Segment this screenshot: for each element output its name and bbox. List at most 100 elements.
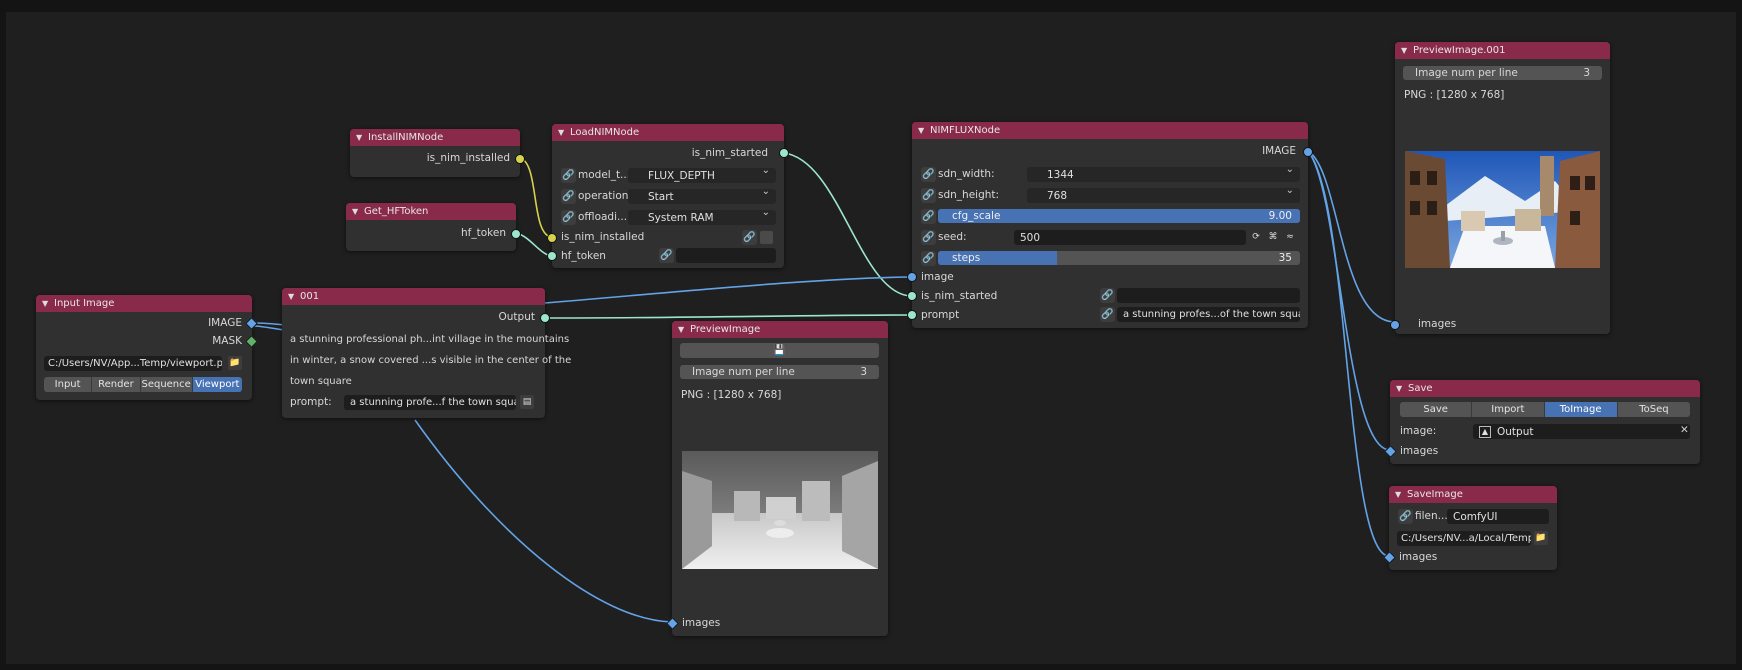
output-socket[interactable] bbox=[540, 313, 550, 323]
input-label: hf_token bbox=[561, 250, 606, 262]
link-icon[interactable]: 🔗 bbox=[561, 189, 576, 204]
input-label: images bbox=[1399, 551, 1438, 563]
link-icon[interactable]: 🔗 bbox=[921, 251, 936, 266]
prompt-input[interactable]: a stunning profe...f the town square bbox=[344, 395, 516, 410]
link-icon[interactable]: 🔗 bbox=[1100, 288, 1115, 303]
node-header[interactable]: ▼ 001 bbox=[282, 288, 545, 305]
output-socket[interactable] bbox=[515, 154, 525, 164]
snowy-village-preview-image bbox=[1405, 151, 1600, 268]
link-icon[interactable]: 🔗 bbox=[742, 230, 757, 245]
collapse-chevron-icon[interactable]: ▼ bbox=[1396, 384, 1408, 393]
save-node[interactable]: ▼ Save Save Import ToImage ToSeq image: ▲… bbox=[1384, 380, 1700, 464]
model-dropdown[interactable]: FLUX_DEPTH bbox=[628, 168, 776, 183]
collapse-chevron-icon[interactable]: ▼ bbox=[1395, 490, 1407, 499]
collapse-chevron-icon[interactable]: ▼ bbox=[352, 207, 364, 216]
output-socket[interactable] bbox=[779, 148, 789, 158]
mode-render[interactable]: Render bbox=[92, 377, 141, 392]
collapse-chevron-icon[interactable]: ▼ bbox=[42, 299, 54, 308]
node-header[interactable]: ▼ Save bbox=[1390, 380, 1700, 397]
install-nim-node[interactable]: ▼ InstallNIMNode is_nim_installed bbox=[350, 129, 525, 177]
folder-icon[interactable]: 📁 bbox=[1534, 531, 1548, 545]
mode-import[interactable]: Import bbox=[1472, 402, 1545, 417]
mode-save[interactable]: Save bbox=[1400, 402, 1473, 417]
width-dropdown[interactable]: 1344 bbox=[1027, 167, 1300, 182]
collapse-chevron-icon[interactable]: ▼ bbox=[1401, 46, 1413, 55]
output-socket[interactable] bbox=[511, 229, 521, 239]
image-info: PNG : [1280 x 768] bbox=[1404, 89, 1505, 101]
collapse-chevron-icon[interactable]: ▼ bbox=[288, 292, 300, 301]
node-header[interactable]: ▼ Input Image bbox=[36, 295, 252, 312]
prompt-input[interactable]: a stunning profes...of the town square bbox=[1117, 307, 1300, 322]
get-hftoken-node[interactable]: ▼ Get_HFToken hf_token bbox=[346, 203, 521, 251]
model-value: FLUX_DEPTH bbox=[648, 169, 715, 182]
mode-input[interactable]: Input bbox=[44, 377, 93, 392]
clear-icon[interactable]: ✕ bbox=[1680, 424, 1689, 436]
hf-token-input[interactable] bbox=[676, 248, 776, 263]
seed-input[interactable]: 500 bbox=[1014, 230, 1246, 245]
refresh-seed-icon[interactable]: ⟳ bbox=[1249, 230, 1263, 244]
text-line: a stunning professional ph...int village… bbox=[290, 334, 570, 345]
shuffle-icon[interactable]: ⌘ bbox=[1266, 230, 1280, 244]
save-image-button[interactable]: 💾 bbox=[680, 343, 879, 358]
node-header[interactable]: ▼ LoadNIMNode bbox=[552, 124, 784, 141]
checkbox[interactable] bbox=[760, 231, 773, 244]
input-socket-prompt[interactable] bbox=[907, 310, 917, 320]
node-header[interactable]: ▼ PreviewImage.001 bbox=[1395, 42, 1610, 59]
node-header[interactable]: ▼ InstallNIMNode bbox=[350, 129, 520, 146]
input-socket-nim-started[interactable] bbox=[907, 291, 917, 301]
node-title: Input Image bbox=[54, 298, 115, 309]
images-per-line-field[interactable]: Image num per line 3 bbox=[1403, 66, 1602, 80]
node-header[interactable]: ▼ SaveImage bbox=[1389, 486, 1557, 503]
output-label: is_nim_started bbox=[691, 147, 768, 159]
link-icon[interactable]: 🔗 bbox=[921, 188, 936, 203]
load-nim-node[interactable]: ▼ LoadNIMNode is_nim_started 🔗 model_t...… bbox=[547, 124, 789, 268]
input-socket[interactable] bbox=[1390, 320, 1400, 330]
input-image-node[interactable]: ▼ Input Image IMAGE MASK C:/Users/NV/App.… bbox=[36, 295, 258, 400]
save-image-node[interactable]: ▼ SaveImage 🔗 filen... ComfyUI C:/Users/N… bbox=[1383, 486, 1557, 570]
operation-dropdown[interactable]: Start bbox=[628, 189, 776, 204]
output-socket[interactable] bbox=[1303, 147, 1313, 157]
link-icon[interactable]: 🔗 bbox=[921, 209, 936, 224]
link-icon[interactable]: 🔗 bbox=[921, 230, 936, 245]
nim-started-input[interactable] bbox=[1117, 288, 1300, 303]
node-header[interactable]: ▼ Get_HFToken bbox=[346, 203, 516, 220]
nim-flux-node[interactable]: ▼NIMFLUXNode IMAGE 🔗 sdn_width: 1344 🔗 s… bbox=[907, 122, 1313, 328]
cfg-scale-slider[interactable]: cfg_scale 9.00 bbox=[938, 209, 1300, 223]
collapse-chevron-icon[interactable]: ▼ bbox=[558, 128, 570, 137]
output-label: is_nim_installed bbox=[426, 152, 510, 164]
filename-input[interactable]: ComfyUI bbox=[1447, 509, 1549, 524]
mode-toimage[interactable]: ToImage bbox=[1544, 402, 1618, 417]
image-selector[interactable]: ▲ Output bbox=[1473, 424, 1690, 439]
input-socket-image[interactable] bbox=[907, 272, 917, 282]
link-icon[interactable]: 🔗 bbox=[561, 210, 576, 225]
link-icon[interactable]: 🔗 bbox=[659, 248, 674, 263]
folder-icon[interactable]: 📁 bbox=[228, 356, 242, 370]
node-header[interactable]: ▼ PreviewImage bbox=[672, 321, 888, 338]
offload-dropdown[interactable]: System RAM bbox=[628, 210, 776, 225]
link-icon[interactable]: 🔗 bbox=[921, 167, 936, 182]
mode-viewport[interactable]: Viewport bbox=[192, 377, 242, 392]
images-per-line-field[interactable]: Image num per line 3 bbox=[680, 365, 879, 379]
text-editor-icon[interactable]: ▤ bbox=[520, 395, 534, 409]
input-socket[interactable] bbox=[547, 251, 557, 261]
link-icon[interactable]: 🔗 bbox=[561, 168, 576, 183]
height-dropdown[interactable]: 768 bbox=[1027, 188, 1300, 203]
node-header[interactable]: ▼ NIMFLUXNode bbox=[912, 122, 1308, 139]
mode-toseq[interactable]: ToSeq bbox=[1617, 402, 1690, 417]
steps-slider[interactable]: steps 35 bbox=[938, 251, 1300, 265]
image-path-field[interactable]: C:/Users/NV/App...Temp/viewport.png bbox=[44, 356, 222, 371]
signal-icon[interactable]: ≈ bbox=[1283, 230, 1297, 244]
collapse-chevron-icon[interactable]: ▼ bbox=[678, 325, 690, 334]
text-node-001[interactable]: ▼ 001 Output a stunning professional ph..… bbox=[282, 288, 571, 418]
save-path-field[interactable]: C:/Users/NV...a/Local/Temp bbox=[1397, 531, 1531, 546]
seed-label: seed: bbox=[938, 231, 967, 243]
collapse-chevron-icon[interactable]: ▼ bbox=[918, 126, 930, 135]
preview-image-001-node[interactable]: ▼ PreviewImage.001 Image num per line 3 P… bbox=[1390, 42, 1610, 334]
collapse-chevron-icon[interactable]: ▼ bbox=[356, 133, 368, 142]
preview-image-node[interactable]: ▼ PreviewImage 💾 Image num per line 3 PNG… bbox=[666, 321, 888, 636]
save-mode-selector: Save Import ToImage ToSeq bbox=[1400, 402, 1690, 417]
mode-sequence[interactable]: Sequence bbox=[140, 377, 193, 392]
input-socket[interactable] bbox=[547, 233, 557, 243]
link-icon[interactable]: 🔗 bbox=[1100, 307, 1115, 322]
link-icon[interactable]: 🔗 bbox=[1398, 509, 1413, 524]
